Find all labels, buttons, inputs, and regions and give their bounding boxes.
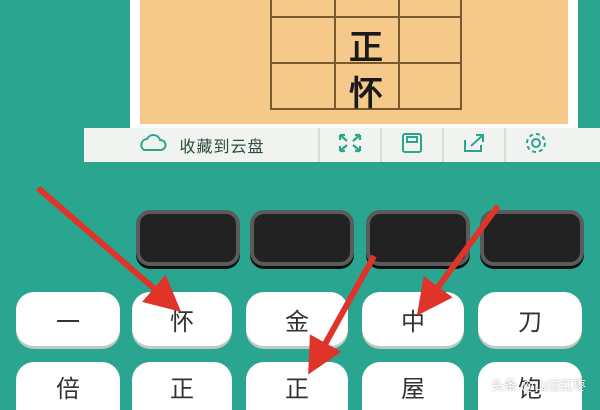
blank-key[interactable] <box>136 210 240 266</box>
char-key[interactable]: 刀 <box>478 292 582 346</box>
blank-key[interactable] <box>366 210 470 266</box>
fullscreen-icon <box>337 132 363 158</box>
char-key[interactable]: 中 <box>362 292 464 346</box>
blank-key[interactable] <box>480 210 584 266</box>
save-to-cloud-button[interactable]: 收藏到云盘 <box>84 128 320 162</box>
char-key[interactable]: 倍 <box>16 362 120 410</box>
settings-icon <box>524 131 548 159</box>
save-button[interactable] <box>382 128 444 162</box>
toolbar: 收藏到云盘 <box>84 128 600 162</box>
character-board: 正 怀 <box>130 0 578 128</box>
grid-cell-char: 正 <box>349 28 383 68</box>
share-icon <box>461 132 487 158</box>
char-key[interactable]: 金 <box>246 292 348 346</box>
grid-cell-char: 怀 <box>349 74 383 114</box>
char-key[interactable]: 正 <box>246 362 348 410</box>
settings-button[interactable] <box>506 128 566 162</box>
save-to-cloud-label: 收藏到云盘 <box>179 137 265 156</box>
share-button[interactable] <box>444 128 506 162</box>
grid-line <box>270 16 462 18</box>
board-paper: 正 怀 <box>140 0 568 124</box>
char-key[interactable]: 屋 <box>362 362 464 410</box>
blank-key[interactable] <box>250 210 354 266</box>
save-icon <box>400 132 424 158</box>
watermark: 头条 @山过红枣 <box>490 379 586 394</box>
character-grid: 正 怀 <box>270 0 462 114</box>
char-key[interactable]: 正 <box>132 362 232 410</box>
char-key[interactable]: 怀 <box>132 292 232 346</box>
char-key[interactable]: 一 <box>16 292 120 346</box>
fullscreen-button[interactable] <box>320 128 382 162</box>
cloud-icon <box>137 134 167 156</box>
